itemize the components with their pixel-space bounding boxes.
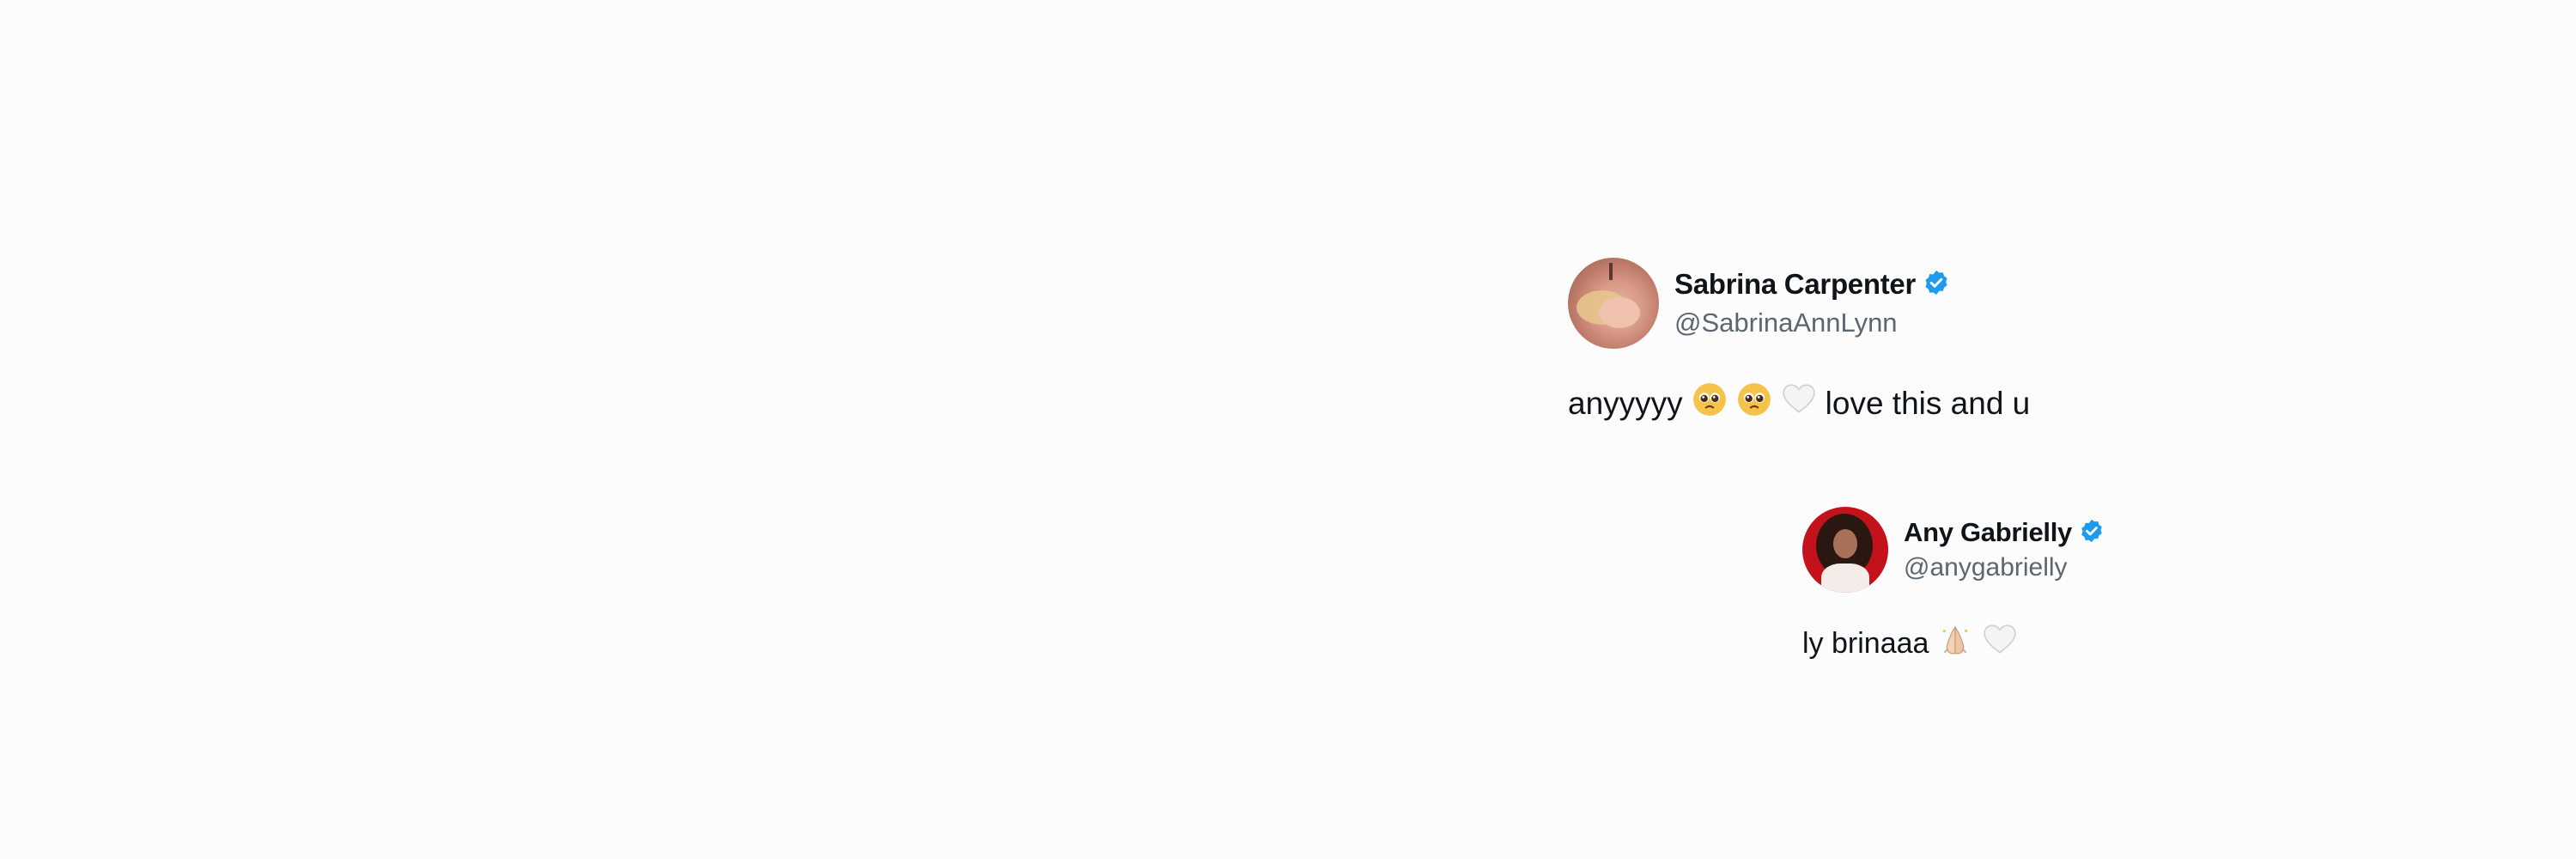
tweet-text-start: ly brinaaa bbox=[1802, 627, 1929, 660]
name-row: Sabrina Carpenter bbox=[1674, 268, 1950, 301]
tweet-text: anyyyyy love this and u bbox=[1568, 381, 2169, 425]
avatar-detail bbox=[1833, 529, 1857, 558]
display-name[interactable]: Sabrina Carpenter bbox=[1674, 268, 1916, 301]
white-heart-emoji-icon bbox=[1781, 381, 1817, 425]
display-name[interactable]: Any Gabrielly bbox=[1904, 517, 2072, 548]
tweet-text: ly brinaaa bbox=[1802, 622, 2318, 666]
folded-hands-emoji-icon bbox=[1937, 622, 1973, 666]
avatar[interactable] bbox=[1568, 258, 1659, 349]
handle[interactable]: @anygabrielly bbox=[1904, 553, 2105, 582]
page: Sabrina Carpenter @SabrinaAnnLynn anyyyy… bbox=[0, 0, 2576, 859]
handle[interactable]: @SabrinaAnnLynn bbox=[1674, 308, 1950, 338]
tweet-text-start: anyyyyy bbox=[1568, 385, 1683, 421]
tweet-sabrina[interactable]: Sabrina Carpenter @SabrinaAnnLynn anyyyy… bbox=[1568, 258, 2169, 425]
tweet-any[interactable]: Any Gabrielly @anygabrielly ly brinaaa bbox=[1802, 507, 2318, 666]
verified-badge-icon bbox=[1923, 269, 1950, 301]
avatar-detail bbox=[1599, 297, 1640, 328]
author-names: Sabrina Carpenter @SabrinaAnnLynn bbox=[1674, 268, 1950, 338]
name-row: Any Gabrielly bbox=[1904, 517, 2105, 548]
pleading-face-emoji-icon bbox=[1692, 381, 1728, 425]
tweet-author[interactable]: Sabrina Carpenter @SabrinaAnnLynn bbox=[1568, 258, 2169, 349]
avatar[interactable] bbox=[1802, 507, 1888, 593]
author-names: Any Gabrielly @anygabrielly bbox=[1904, 517, 2105, 582]
avatar-detail bbox=[1821, 564, 1869, 593]
tweet-author[interactable]: Any Gabrielly @anygabrielly bbox=[1802, 507, 2318, 593]
verified-badge-icon bbox=[2079, 518, 2105, 548]
avatar-detail bbox=[1609, 263, 1613, 280]
white-heart-emoji-icon bbox=[1982, 622, 2018, 666]
pleading-face-emoji-icon bbox=[1736, 381, 1772, 425]
tweet-text-end: love this and u bbox=[1825, 385, 2031, 421]
